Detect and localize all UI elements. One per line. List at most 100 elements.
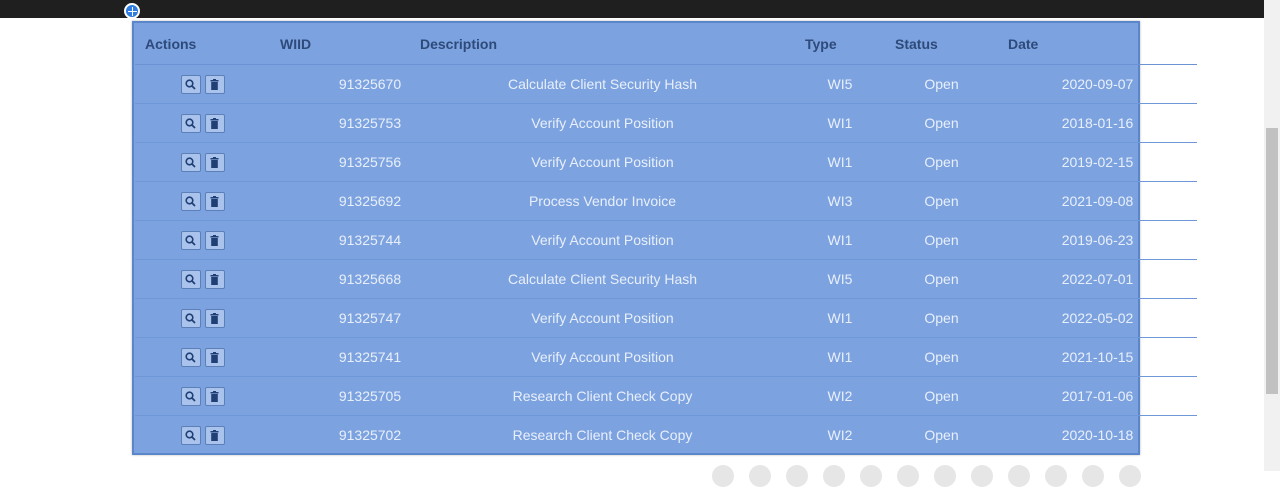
- page-button[interactable]: [1082, 465, 1104, 487]
- trash-icon: [210, 273, 219, 285]
- wiid-cell: 91325756: [270, 142, 410, 182]
- description-cell: Research Client Check Copy: [512, 427, 693, 443]
- view-button[interactable]: [180, 425, 201, 445]
- page-button[interactable]: [1008, 465, 1030, 487]
- header-description[interactable]: Description: [410, 23, 795, 65]
- view-button[interactable]: [180, 347, 201, 367]
- magnifier-icon: [185, 195, 196, 207]
- magnifier-icon: [185, 117, 196, 129]
- status-cell: Open: [924, 427, 959, 443]
- page-button[interactable]: [934, 465, 956, 487]
- delete-button[interactable]: [204, 152, 225, 172]
- table-row: 91325670 Calculate Client Security Hash WI…: [135, 64, 1197, 104]
- type-cell: WI2: [827, 427, 853, 443]
- view-button[interactable]: [180, 74, 201, 94]
- date-cell: 2021-10-15: [998, 337, 1197, 377]
- trash-icon: [210, 390, 219, 402]
- crosshair-icon[interactable]: [124, 3, 140, 19]
- view-button[interactable]: [180, 191, 201, 211]
- delete-button[interactable]: [204, 386, 225, 406]
- description-cell: Calculate Client Security Hash: [410, 259, 795, 299]
- action-buttons: [135, 74, 270, 94]
- trash-icon: [210, 312, 219, 324]
- actions-cell: [135, 142, 270, 182]
- actions-cell: [135, 259, 270, 299]
- type-cell: WI1: [795, 103, 885, 143]
- page-button[interactable]: [749, 465, 771, 487]
- page-scrollbar[interactable]: [1264, 0, 1280, 471]
- magnifier-icon: [185, 351, 196, 363]
- date-cell: 2022-07-01: [998, 259, 1197, 299]
- delete-button[interactable]: [204, 269, 225, 289]
- magnifier-icon: [185, 156, 196, 168]
- trash-icon: [210, 351, 219, 363]
- magnifier-icon: [185, 78, 196, 90]
- action-buttons: [135, 269, 270, 289]
- header-date[interactable]: Date: [998, 23, 1197, 65]
- table-row: 91325747 Verify Account Position WI1 Open 20…: [135, 298, 1197, 338]
- page-button[interactable]: [897, 465, 919, 487]
- status-cell: Open: [885, 142, 998, 182]
- page-button[interactable]: [1045, 465, 1067, 487]
- table-row: 91325744 Verify Account Position WI1 Open 20…: [135, 220, 1197, 260]
- date-cell: 2019-02-15: [998, 142, 1197, 182]
- description-cell: Research Client Check Copy: [410, 376, 795, 416]
- delete-button[interactable]: [204, 74, 225, 94]
- view-button[interactable]: [180, 230, 201, 250]
- date-cell: 2017-01-06: [998, 376, 1197, 416]
- wiid-cell: 91325744: [270, 220, 410, 260]
- wiid-cell: 91325702: [338, 427, 402, 443]
- page-button[interactable]: [1119, 465, 1141, 487]
- description-cell: Verify Account Position: [410, 337, 795, 377]
- type-cell: WI3: [795, 181, 885, 221]
- status-cell: Open: [885, 376, 998, 416]
- magnifier-icon: [185, 312, 196, 324]
- description-cell: Calculate Client Security Hash: [410, 64, 795, 104]
- action-buttons: [135, 347, 270, 367]
- status-cell: Open: [885, 298, 998, 338]
- view-button[interactable]: [180, 308, 201, 328]
- header-wiid[interactable]: WIID: [270, 23, 410, 65]
- pagination: [712, 465, 1141, 487]
- page-button[interactable]: [712, 465, 734, 487]
- page-button[interactable]: [823, 465, 845, 487]
- table-header-row: Actions WIID Description Type Status Dat…: [135, 23, 1197, 65]
- action-buttons: [135, 425, 270, 445]
- table-row: 91325741 Verify Account Position WI1 Open 20…: [135, 337, 1197, 377]
- actions-cell: [135, 103, 270, 143]
- action-buttons: [135, 113, 270, 133]
- delete-button[interactable]: [204, 347, 225, 367]
- status-cell: Open: [885, 220, 998, 260]
- header-status[interactable]: Status: [885, 23, 998, 65]
- status-cell: Open: [885, 181, 998, 221]
- type-cell: WI1: [795, 142, 885, 182]
- view-button[interactable]: [180, 152, 201, 172]
- header-actions[interactable]: Actions: [135, 23, 270, 65]
- delete-button[interactable]: [204, 425, 225, 445]
- description-cell: Verify Account Position: [410, 142, 795, 182]
- view-button[interactable]: [180, 113, 201, 133]
- page-button[interactable]: [786, 465, 808, 487]
- work-items-table: Actions WIID Description Type Status Dat…: [135, 23, 1197, 454]
- view-button[interactable]: [180, 269, 201, 289]
- scrollbar-thumb[interactable]: [1266, 128, 1278, 394]
- header-type[interactable]: Type: [795, 23, 885, 65]
- wiid-cell: 91325753: [270, 103, 410, 143]
- wiid-cell: 91325692: [270, 181, 410, 221]
- page-button[interactable]: [860, 465, 882, 487]
- trash-icon: [210, 195, 219, 207]
- delete-button[interactable]: [204, 230, 225, 250]
- view-button[interactable]: [180, 386, 201, 406]
- table-row: 91325705 Research Client Check Copy WI2 Ope…: [135, 376, 1197, 416]
- wiid-cell: 91325670: [270, 64, 410, 104]
- page-button[interactable]: [971, 465, 993, 487]
- action-buttons: [135, 308, 270, 328]
- actions-cell: [135, 337, 270, 377]
- delete-button[interactable]: [204, 308, 225, 328]
- type-cell: WI1: [795, 220, 885, 260]
- type-cell: WI5: [795, 64, 885, 104]
- delete-button[interactable]: [204, 113, 225, 133]
- delete-button[interactable]: [204, 191, 225, 211]
- table-row: 91325668 Calculate Client Security Hash WI…: [135, 259, 1197, 299]
- date-cell: 2021-09-08: [998, 181, 1197, 221]
